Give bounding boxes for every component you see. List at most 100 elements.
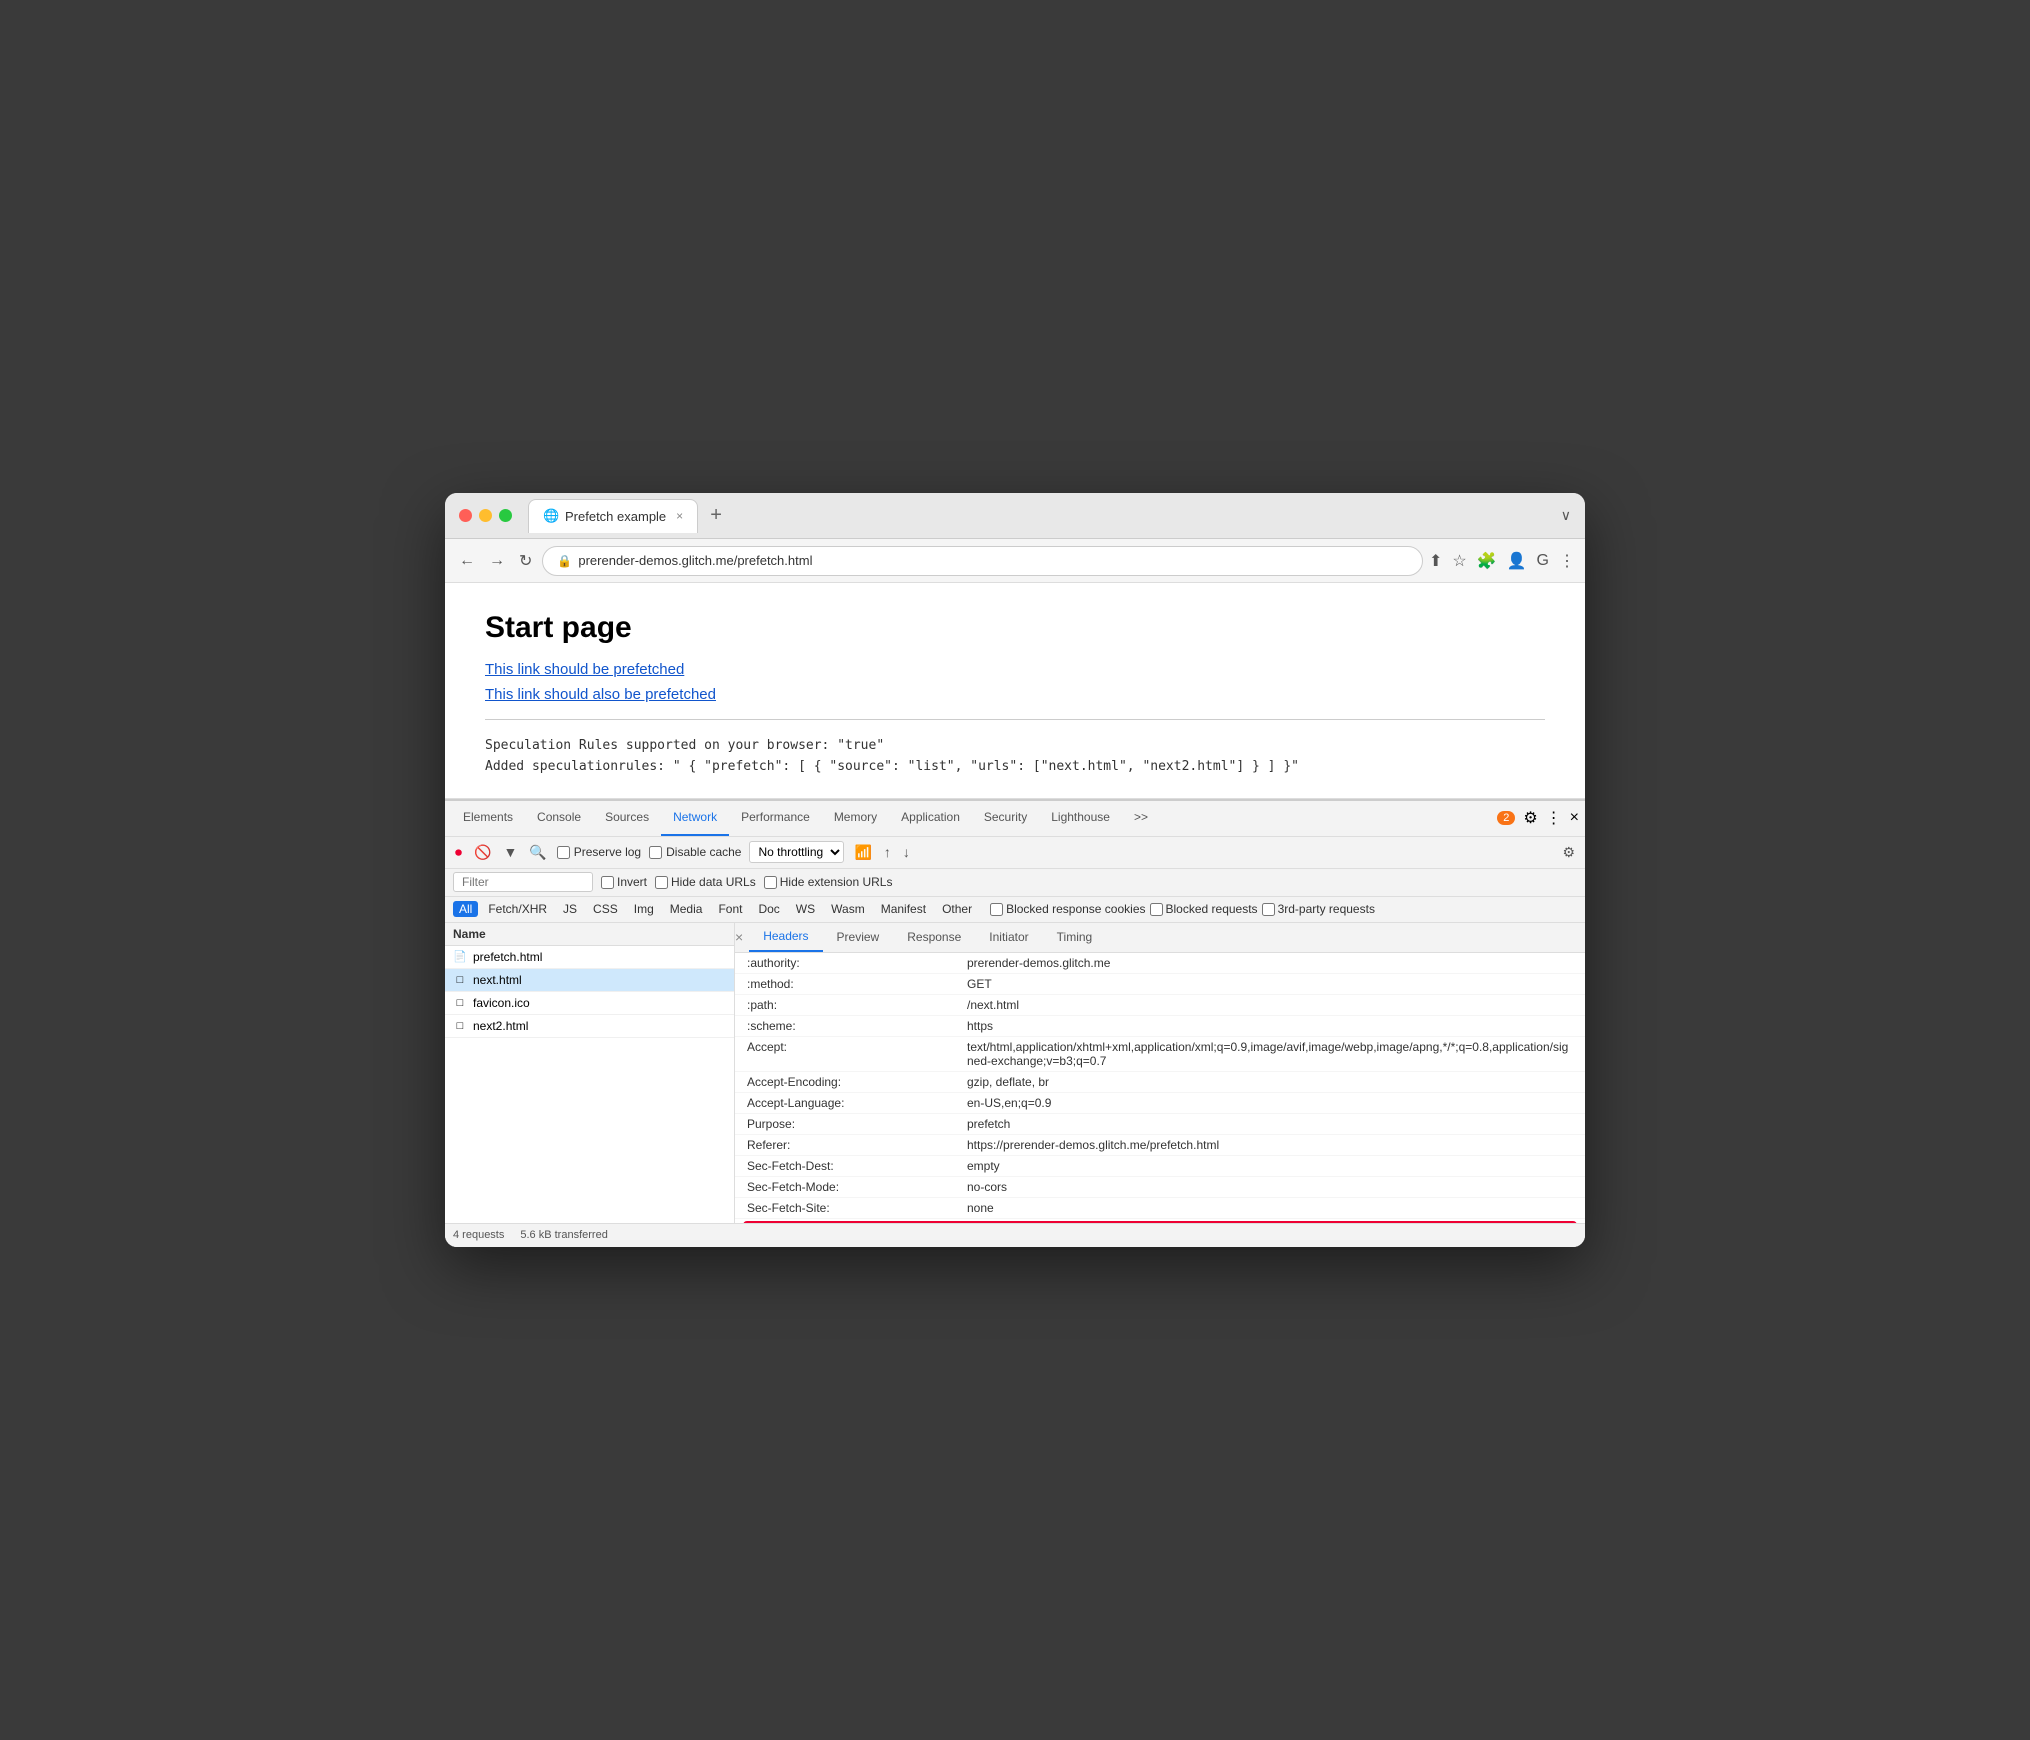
prefetch-link-1[interactable]: This link should be prefetched (485, 661, 1545, 678)
blocked-requests-checkbox[interactable] (1150, 903, 1163, 916)
headers-tabs: × Headers Preview Response Initiator Tim… (735, 923, 1585, 953)
type-wasm[interactable]: Wasm (825, 901, 871, 917)
network-item-name: next.html (473, 973, 522, 987)
blocked-requests-label[interactable]: Blocked requests (1150, 902, 1258, 916)
throttle-select[interactable]: No throttling (749, 841, 844, 863)
google-icon[interactable]: G (1537, 552, 1549, 570)
url-bar[interactable]: 🔒 prerender-demos.glitch.me/prefetch.htm… (542, 546, 1423, 576)
tab-memory[interactable]: Memory (822, 800, 889, 836)
type-other[interactable]: Other (936, 901, 978, 917)
profile-icon[interactable]: 👤 (1507, 551, 1527, 571)
import-har-button[interactable]: ↑ (882, 842, 893, 862)
new-tab-button[interactable]: + (710, 504, 722, 527)
headers-tab-initiator[interactable]: Initiator (975, 923, 1042, 953)
share-icon[interactable]: ⬆ (1429, 551, 1442, 571)
hide-data-urls-label[interactable]: Hide data URLs (655, 875, 756, 889)
type-ws[interactable]: WS (790, 901, 821, 917)
tab-expand-icon[interactable]: ∨ (1561, 507, 1571, 524)
tab-application[interactable]: Application (889, 800, 972, 836)
type-all[interactable]: All (453, 901, 478, 917)
third-party-text: 3rd-party requests (1278, 902, 1375, 916)
search-button[interactable]: 🔍 (527, 842, 548, 863)
disable-cache-label[interactable]: Disable cache (649, 845, 741, 859)
type-doc[interactable]: Doc (752, 901, 785, 917)
header-name-scheme: :scheme: (747, 1019, 967, 1033)
tab-performance[interactable]: Performance (729, 800, 822, 836)
bookmark-icon[interactable]: ☆ (1452, 551, 1466, 571)
close-traffic-light[interactable] (459, 509, 472, 522)
type-js[interactable]: JS (557, 901, 583, 917)
disable-cache-checkbox[interactable] (649, 846, 662, 859)
tab-sources[interactable]: Sources (593, 800, 661, 836)
network-item-next2[interactable]: □ next2.html (445, 1015, 734, 1038)
page-title: Start page (485, 611, 1545, 645)
invert-label[interactable]: Invert (601, 875, 647, 889)
minimize-traffic-light[interactable] (479, 509, 492, 522)
online-icon[interactable]: 📶 (852, 842, 873, 863)
prefetch-link-2[interactable]: This link should also be prefetched (485, 686, 1545, 703)
type-fetch-xhr[interactable]: Fetch/XHR (482, 901, 553, 917)
network-settings-icon[interactable]: ⚙ (1560, 842, 1577, 863)
devtools-tab-bar: Elements Console Sources Network Perform… (445, 801, 1585, 837)
browser-tab[interactable]: 🌐 Prefetch example × (528, 499, 698, 533)
blocked-cookies-label[interactable]: Blocked response cookies (990, 902, 1145, 916)
headers-tab-response[interactable]: Response (893, 923, 975, 953)
transferred-size: 5.6 kB transferred (520, 1229, 607, 1241)
hide-ext-urls-text: Hide extension URLs (780, 875, 893, 889)
headers-tab-timing[interactable]: Timing (1043, 923, 1107, 953)
tab-elements[interactable]: Elements (451, 800, 525, 836)
preserve-log-label[interactable]: Preserve log (557, 845, 641, 859)
headers-tab-headers[interactable]: Headers (749, 923, 822, 953)
third-party-label[interactable]: 3rd-party requests (1262, 902, 1375, 916)
filter-toggle-button[interactable]: ▼ (501, 842, 519, 862)
headers-tab-preview[interactable]: Preview (823, 923, 894, 953)
clear-button[interactable]: 🚫 (472, 842, 493, 863)
type-manifest[interactable]: Manifest (875, 901, 932, 917)
address-bar: ← → ↻ 🔒 prerender-demos.glitch.me/prefet… (445, 539, 1585, 583)
menu-icon[interactable]: ⋮ (1559, 551, 1575, 571)
header-name-sec-fetch-mode: Sec-Fetch-Mode: (747, 1180, 967, 1194)
hide-ext-urls-checkbox[interactable] (764, 876, 777, 889)
network-item-next[interactable]: □ next.html (445, 969, 734, 992)
network-item-prefetch[interactable]: 📄 prefetch.html (445, 946, 734, 969)
tab-close-button[interactable]: × (676, 509, 683, 523)
tab-network[interactable]: Network (661, 800, 729, 836)
header-sec-purpose: Sec-Purpose: prefetch (743, 1221, 1577, 1223)
extensions-icon[interactable]: 🧩 (1477, 551, 1497, 571)
third-party-checkbox[interactable] (1262, 903, 1275, 916)
status-bar: 4 requests 5.6 kB transferred (445, 1223, 1585, 1247)
filter-input[interactable] (453, 872, 593, 892)
type-img[interactable]: Img (628, 901, 660, 917)
traffic-lights (459, 509, 512, 522)
headers-close-button[interactable]: × (735, 929, 743, 945)
network-item-favicon[interactable]: □ favicon.ico (445, 992, 734, 1015)
blocked-cookies-checkbox[interactable] (990, 903, 1003, 916)
header-referer: Referer: https://prerender-demos.glitch.… (735, 1135, 1585, 1156)
refresh-button[interactable]: ↻ (515, 547, 536, 575)
blocked-cookies-text: Blocked response cookies (1006, 902, 1145, 916)
maximize-traffic-light[interactable] (499, 509, 512, 522)
type-css[interactable]: CSS (587, 901, 624, 917)
devtools-close-icon[interactable]: × (1570, 809, 1579, 827)
forward-button[interactable]: → (485, 548, 509, 574)
back-button[interactable]: ← (455, 548, 479, 574)
type-media[interactable]: Media (664, 901, 709, 917)
type-font[interactable]: Font (712, 901, 748, 917)
hide-data-urls-checkbox[interactable] (655, 876, 668, 889)
invert-checkbox[interactable] (601, 876, 614, 889)
header-value-scheme: https (967, 1019, 1573, 1033)
tab-security[interactable]: Security (972, 800, 1039, 836)
header-value-path: /next.html (967, 998, 1573, 1012)
preserve-log-checkbox[interactable] (557, 846, 570, 859)
devtools-more-icon[interactable]: ⋮ (1546, 808, 1562, 828)
export-har-button[interactable]: ↓ (901, 842, 912, 862)
header-name-accept-encoding: Accept-Encoding: (747, 1075, 967, 1089)
record-button[interactable]: ⏺ (453, 842, 464, 863)
devtools-settings-icon[interactable]: ⚙ (1523, 808, 1537, 828)
headers-panel: × Headers Preview Response Initiator Tim… (735, 923, 1585, 1223)
lock-icon: 🔒 (557, 554, 572, 568)
tab-lighthouse[interactable]: Lighthouse (1039, 800, 1122, 836)
hide-ext-urls-label[interactable]: Hide extension URLs (764, 875, 893, 889)
tab-more[interactable]: >> (1122, 800, 1160, 836)
tab-console[interactable]: Console (525, 800, 593, 836)
